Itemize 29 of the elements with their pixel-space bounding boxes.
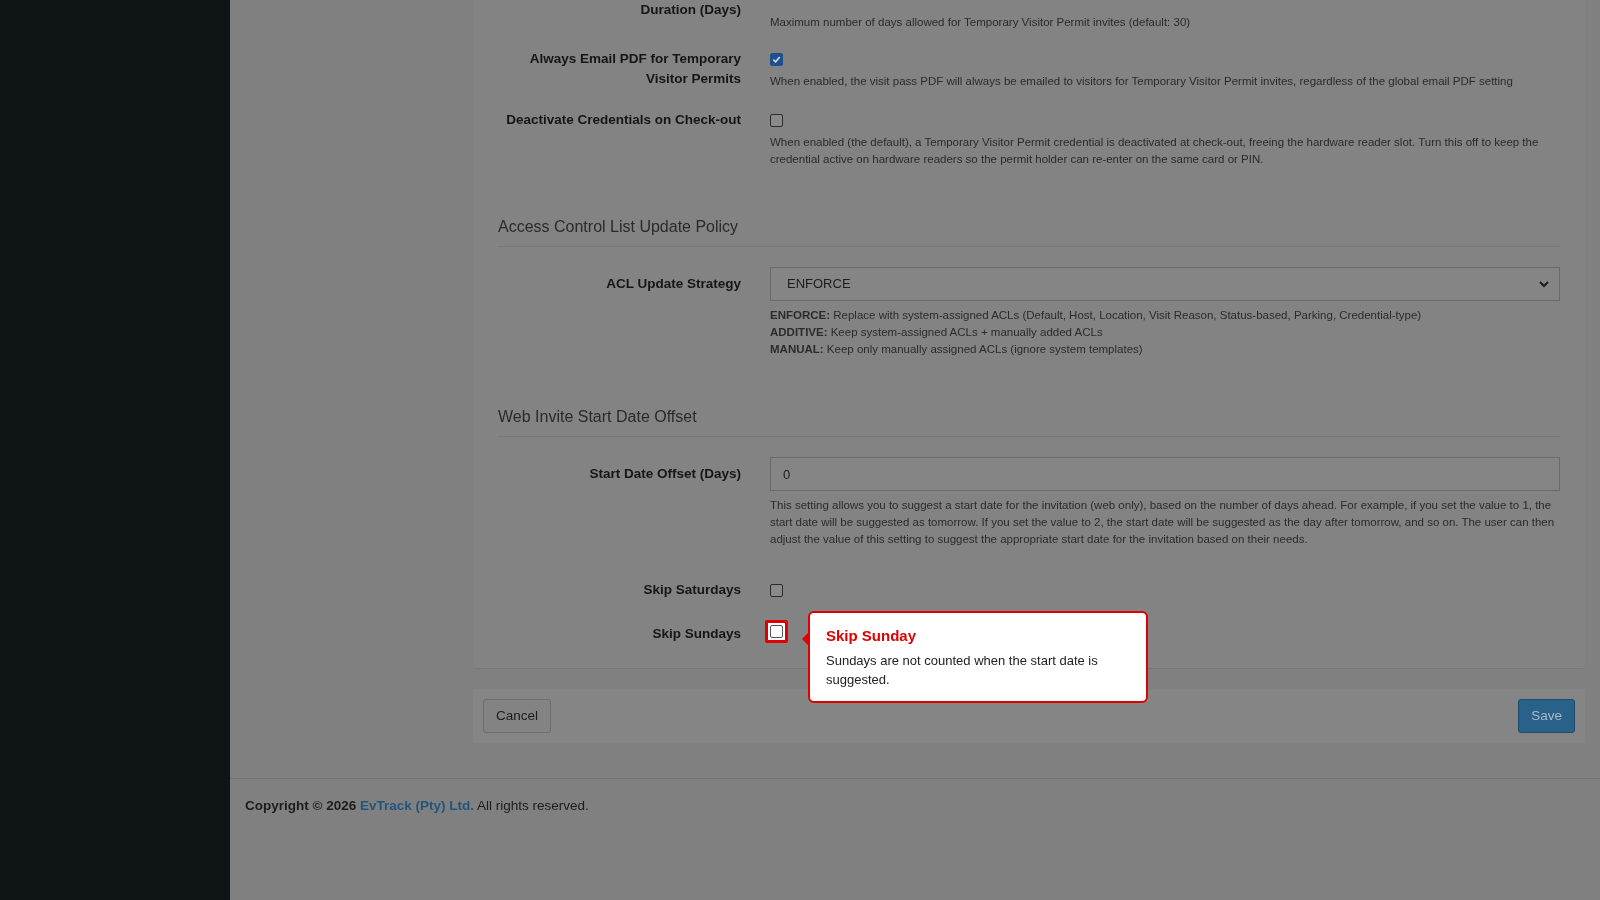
- field-label: ACL Update Strategy: [605, 275, 741, 293]
- tooltip-title: Skip Sunday: [826, 627, 918, 645]
- help-text: ADDITIVE: Keep system-assigned ACLs + manually added ACLs: [770, 325, 1104, 340]
- save-button[interactable]: Save: [1518, 699, 1575, 733]
- cancel-button[interactable]: Cancel: [483, 699, 552, 733]
- help-text: ENFORCE: Replace with system-assigned ACLs (Default, Host, Location, Visit Reason, Status-based, Parking, Credential-type): [770, 308, 1423, 323]
- field-label: Deactivate Credentials on Check-out: [505, 111, 741, 129]
- help-text: MANUAL: Keep only manually assigned ACLs (ignore system templates): [770, 342, 1144, 357]
- field-label: Skip Saturdays: [642, 581, 741, 599]
- field-label: Start Date Offset (Days): [588, 465, 741, 483]
- checkbox[interactable]: [770, 625, 783, 638]
- help-text: When enabled (the default), a Temporary Visitor Permit credential is deactivated at check-out, freeing the hardware reader slot. Turn this off to keep the credential active on hardware readers so the permit holder can re-enter on the same card or PIN.: [770, 135, 1540, 167]
- tooltip-body: Sundays are not counted when the start date is suggested.: [826, 652, 1099, 689]
- field-label: Always Email PDF for Temporary Visitor Permits: [528, 50, 741, 88]
- checkbox[interactable]: [770, 113, 783, 127]
- copyright-text: Copyright © 2026 EvTrack (Pty) Ltd. All rights reserved.: [245, 797, 590, 815]
- checkbox[interactable]: [770, 583, 783, 597]
- select-dropdown[interactable]: ENFORCE: [770, 267, 1560, 301]
- field-label: Duration (Days): [639, 1, 741, 19]
- check-icon: [772, 54, 781, 64]
- section-heading: Access Control List Update Policy: [498, 216, 1560, 247]
- help-text: This setting allows you to suggest a start date for the invitation (web only), based on the number of days ahead. For example, if you set the value to 1, the start date will be suggested as tomorrow. If you set the value to 2, the start date will be suggested as the day after tomorrow, and so on. The user can then adjust the value of this setting to suggest the appropriate start date for the invitation based on their needs.: [770, 498, 1556, 547]
- section-heading: Web Invite Start Date Offset: [498, 406, 1560, 437]
- help-text: When enabled, the visit pass PDF will always be emailed to visitors for Temporary Visitor Permit invites, regardless of the global email PDF setting: [770, 74, 1514, 89]
- checkbox[interactable]: [770, 52, 783, 66]
- chevron-down-icon: [1539, 280, 1549, 288]
- help-text: Maximum number of days allowed for Temporary Visitor Permit invites (default: 30): [770, 15, 1192, 30]
- number-field[interactable]: 0: [770, 457, 1560, 491]
- field-label: Skip Sundays: [651, 625, 741, 643]
